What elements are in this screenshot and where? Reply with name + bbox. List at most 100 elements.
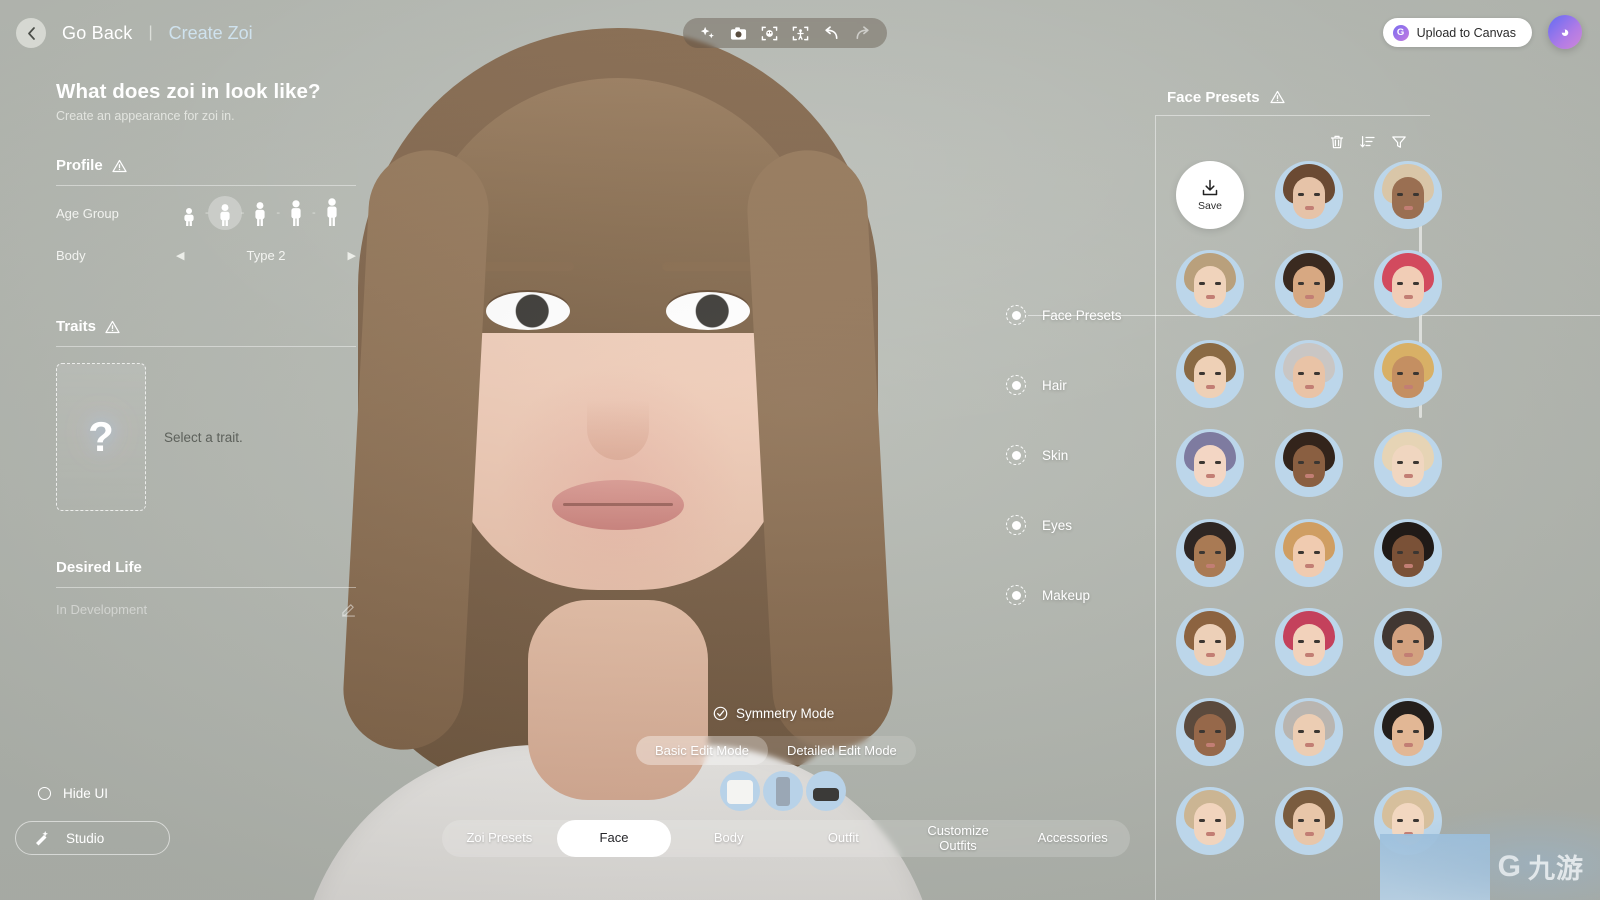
edit-pencil-icon[interactable] xyxy=(341,602,356,617)
back-button[interactable] xyxy=(16,18,46,48)
bottom-thumbnail[interactable] xyxy=(763,771,803,811)
sparkle-icon[interactable] xyxy=(699,25,716,42)
preset-eye-right xyxy=(1413,640,1419,643)
face-presets-panel: Face Presets ✕ Save xyxy=(1150,78,1600,900)
face-preset-avatar[interactable] xyxy=(1176,518,1244,587)
face-preset-avatar[interactable] xyxy=(1176,250,1244,318)
page-subtitle: Create an appearance for zoi in. xyxy=(56,109,235,123)
preset-eye-right xyxy=(1314,550,1320,554)
body-focus-icon[interactable] xyxy=(792,25,809,42)
tab-face[interactable]: Face xyxy=(556,820,672,857)
face-preset-avatar[interactable] xyxy=(1374,429,1442,497)
undo-icon[interactable] xyxy=(823,25,840,42)
preset-face xyxy=(1293,445,1325,487)
face-preset-avatar[interactable] xyxy=(1275,250,1343,318)
preset-face xyxy=(1293,534,1325,577)
face-preset-avatar[interactable] xyxy=(1275,518,1343,587)
preset-cell xyxy=(1366,608,1450,677)
preset-cell xyxy=(1168,429,1252,498)
age-group-option-adult[interactable] xyxy=(283,200,309,226)
preset-mouth xyxy=(1305,205,1314,210)
category-item-hair[interactable]: Hair xyxy=(1006,350,1122,420)
face-preset-avatar[interactable] xyxy=(1374,608,1442,676)
studio-button[interactable]: Studio xyxy=(15,821,170,855)
category-item-makeup[interactable]: Makeup xyxy=(1006,560,1122,630)
shoes-thumbnail[interactable] xyxy=(806,771,846,811)
symmetry-mode-label: Symmetry Mode xyxy=(736,706,835,721)
category-item-eyes[interactable]: Eyes xyxy=(1006,490,1122,560)
face-focus-icon[interactable] xyxy=(761,25,778,42)
face-preset-avatar[interactable] xyxy=(1374,518,1442,587)
age-group-option-young-adult[interactable] xyxy=(247,200,273,226)
desired-life-row[interactable]: In Development xyxy=(56,588,356,630)
preset-mouth xyxy=(1404,653,1413,657)
category-item-face-presets[interactable]: Face Presets xyxy=(1006,280,1600,350)
face-preset-avatar[interactable] xyxy=(1275,787,1343,855)
face-preset-avatar[interactable] xyxy=(1176,608,1244,676)
traits-section-header: Traits xyxy=(56,318,356,335)
warning-triangle-icon xyxy=(105,320,120,333)
symmetry-mode-toggle[interactable]: Symmetry Mode xyxy=(713,706,834,721)
camera-icon[interactable] xyxy=(730,25,747,42)
face-preset-avatar[interactable] xyxy=(1374,339,1442,408)
trait-question-glyph: ? xyxy=(88,413,114,460)
redo-icon[interactable] xyxy=(854,25,871,42)
age-group-option-child[interactable] xyxy=(176,200,202,226)
go-back-link[interactable]: Go Back xyxy=(62,23,132,44)
face-preset-avatar[interactable] xyxy=(1176,787,1244,855)
preset-eye-right xyxy=(1215,371,1221,375)
edit-mode-detailed[interactable]: Detailed Edit Mode xyxy=(768,736,916,765)
save-preset-button[interactable]: Save xyxy=(1176,160,1244,229)
face-preset-avatar[interactable] xyxy=(1275,339,1343,408)
tab-accessories[interactable]: Accessories xyxy=(1015,820,1130,857)
filter-icon[interactable] xyxy=(1390,133,1407,150)
face-preset-avatar[interactable] xyxy=(1176,339,1244,408)
age-group-option-elder[interactable] xyxy=(319,198,345,226)
preset-eye-left xyxy=(1199,371,1205,375)
preset-eye-left xyxy=(1397,282,1403,285)
face-preset-avatar[interactable] xyxy=(1275,608,1343,676)
face-preset-avatar[interactable] xyxy=(1374,160,1442,229)
category-rail: Face Presets Hair Skin Eyes Makeup xyxy=(1006,280,1600,630)
face-preset-avatar[interactable] xyxy=(1176,429,1244,497)
sort-icon[interactable] xyxy=(1359,133,1376,150)
trait-slot-empty[interactable]: ? xyxy=(56,363,146,511)
preset-face xyxy=(1293,176,1325,219)
create-zoi-link[interactable]: Create Zoi xyxy=(169,23,253,44)
desired-life-label: Desired Life xyxy=(56,559,142,576)
preset-cell xyxy=(1267,160,1351,229)
tab-customize-outfits[interactable]: Customize Outfits xyxy=(901,820,1016,857)
face-preset-avatar[interactable] xyxy=(1176,697,1244,766)
tab-zoi-presets[interactable]: Zoi Presets xyxy=(442,820,557,857)
edit-mode-switch: Basic Edit Mode Detailed Edit Mode xyxy=(636,736,916,765)
preset-cell xyxy=(1267,787,1351,856)
age-group-dash: - xyxy=(312,207,316,219)
body-next-button[interactable]: ▶ xyxy=(348,249,356,262)
canvas-app-icon[interactable]: ◕ xyxy=(1548,15,1582,49)
face-preset-avatar[interactable] xyxy=(1275,429,1343,497)
age-group-selector[interactable]: ---- xyxy=(176,196,345,230)
face-preset-avatar[interactable] xyxy=(1374,697,1442,766)
preset-mouth xyxy=(1206,563,1215,568)
tab-outfit[interactable]: Outfit xyxy=(786,820,901,857)
hide-ui-toggle[interactable]: Hide UI xyxy=(38,786,108,801)
preset-mouth xyxy=(1206,742,1215,747)
face-preset-avatar[interactable] xyxy=(1275,697,1343,766)
age-group-option-teen[interactable] xyxy=(207,196,242,230)
category-marker-icon xyxy=(1006,515,1026,535)
preset-cell xyxy=(1267,518,1351,587)
face-preset-avatar[interactable] xyxy=(1275,160,1343,229)
preset-cell xyxy=(1168,608,1252,677)
top-thumbnail[interactable] xyxy=(720,771,760,811)
upload-to-canvas-button[interactable]: G Upload to Canvas xyxy=(1382,18,1532,47)
preset-eye-left xyxy=(1298,640,1304,643)
preset-eye-left xyxy=(1298,461,1304,464)
category-item-skin[interactable]: Skin xyxy=(1006,420,1122,490)
edit-mode-basic[interactable]: Basic Edit Mode xyxy=(636,736,768,765)
tab-body[interactable]: Body xyxy=(671,820,786,857)
trash-icon[interactable] xyxy=(1328,133,1345,150)
face-preset-avatar[interactable] xyxy=(1374,250,1442,318)
save-preset-cell: Save xyxy=(1168,160,1252,229)
body-prev-button[interactable]: ◀ xyxy=(176,249,184,262)
preset-eye-right xyxy=(1413,282,1419,285)
